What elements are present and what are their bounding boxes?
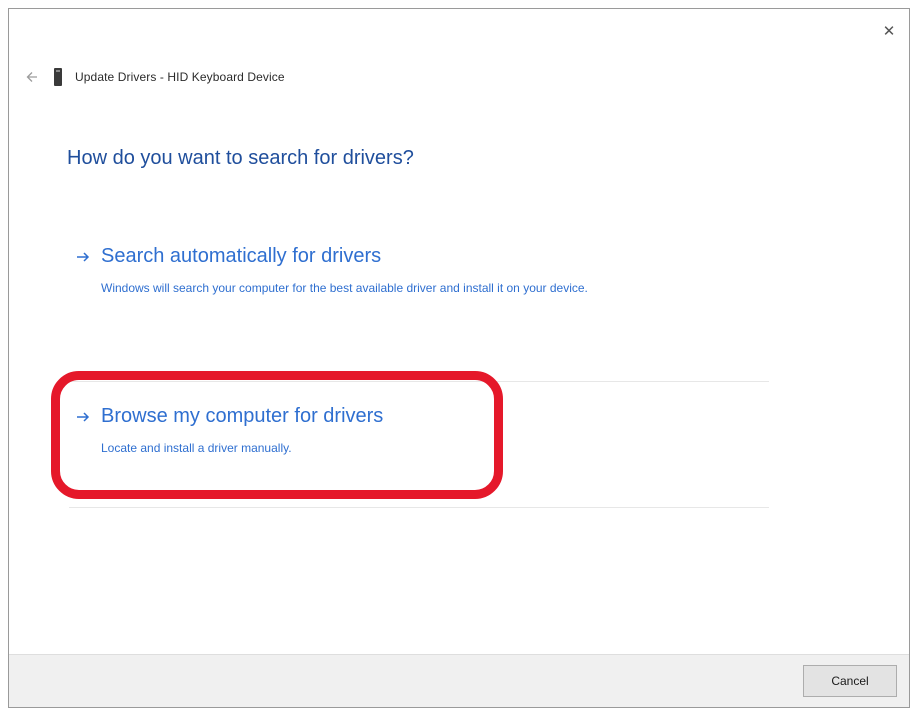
close-icon: ✕ — [882, 23, 896, 40]
divider — [69, 381, 769, 382]
option-title: Search automatically for drivers — [101, 245, 382, 267]
search-automatically-option[interactable]: Search automatically for drivers Windows… — [75, 245, 775, 298]
right-arrow-icon — [75, 409, 91, 425]
option-description: Locate and install a driver manually. — [101, 441, 292, 455]
close-button[interactable]: ✕ — [875, 17, 903, 45]
browse-computer-option[interactable]: Browse my computer for drivers Locate an… — [75, 405, 775, 458]
dialog-footer: Cancel — [9, 654, 909, 707]
update-drivers-dialog: ✕ Update Drivers - HID Keyboard Device H… — [8, 8, 910, 708]
option-title: Browse my computer for drivers — [101, 405, 384, 427]
keyboard-device-icon — [51, 67, 65, 87]
right-arrow-icon — [75, 249, 91, 265]
option-description: Windows will search your computer for th… — [101, 281, 588, 295]
divider — [69, 507, 769, 508]
dialog-header: Update Drivers - HID Keyboard Device — [23, 65, 285, 89]
cancel-button[interactable]: Cancel — [803, 665, 897, 697]
window-title: Update Drivers - HID Keyboard Device — [75, 70, 285, 84]
back-button[interactable] — [23, 68, 41, 86]
back-arrow-icon — [26, 72, 37, 82]
page-heading: How do you want to search for drivers? — [67, 147, 414, 169]
